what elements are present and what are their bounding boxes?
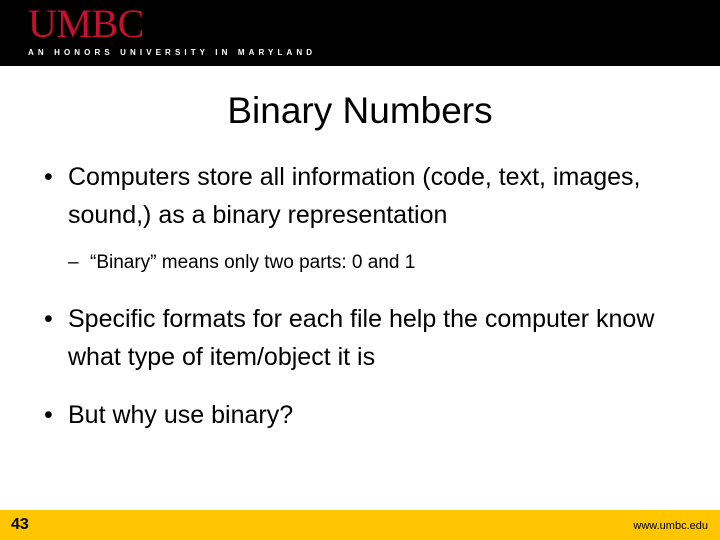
umbc-wordmark: UMBC xyxy=(28,1,144,46)
bullet-text-4: But why use binary? xyxy=(68,401,294,429)
header-band: UMBC AN HONORS UNIVERSITY IN MARYLAND xyxy=(0,0,720,66)
umbc-tagline: AN HONORS UNIVERSITY IN MARYLAND xyxy=(28,48,317,57)
footer-url[interactable]: www.umbc.edu xyxy=(633,519,708,533)
page-number: 43 xyxy=(11,516,29,533)
bullet-text-2: “Binary” means only two parts: 0 and 1 xyxy=(90,252,416,273)
bullet-item-3: • Specific formats for each file help th… xyxy=(34,300,686,376)
page-title: Binary Numbers xyxy=(227,90,493,131)
bullet-item-2: – “Binary” means only two parts: 0 and 1 xyxy=(34,248,686,278)
bullet-marker-icon: • xyxy=(44,305,53,333)
umbc-logo: UMBC AN HONORS UNIVERSITY IN MARYLAND xyxy=(28,4,328,58)
bullet-text-3: Specific formats for each file help the … xyxy=(68,305,655,371)
slide: UMBC AN HONORS UNIVERSITY IN MARYLAND Bi… xyxy=(0,0,720,540)
bullet-marker-icon: • xyxy=(44,401,53,429)
bullet-list: • Computers store all information (code,… xyxy=(34,158,686,434)
bullet-text-1: Computers store all information (code, t… xyxy=(68,163,641,229)
bullet-item-1: • Computers store all information (code,… xyxy=(34,158,686,234)
footer-band: 43 www.umbc.edu xyxy=(0,510,720,540)
bullet-item-4: • But why use binary? xyxy=(34,396,686,434)
bullet-marker-icon: • xyxy=(44,163,53,191)
dash-marker-icon: – xyxy=(68,252,79,273)
